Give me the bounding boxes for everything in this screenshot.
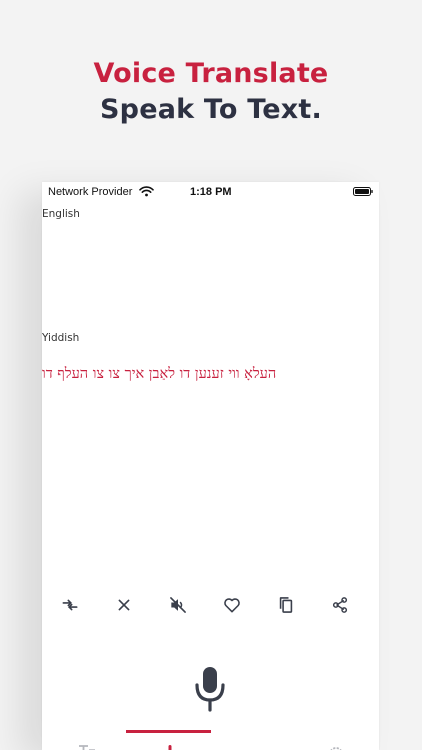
clock: 1:18 PM	[190, 186, 232, 198]
status-bar: Network Provider 1:18 PM	[42, 182, 379, 204]
clear-icon[interactable]	[112, 593, 136, 617]
tab-voice[interactable]	[158, 742, 182, 750]
target-language-label[interactable]: Yiddish	[42, 332, 79, 344]
microphone-icon	[190, 664, 230, 719]
voice-tab-icon	[158, 742, 182, 750]
tab-text[interactable]	[76, 742, 100, 750]
phone-screen: Network Provider 1:18 PM English Yiddish…	[42, 182, 379, 750]
swap-icon[interactable]	[58, 593, 82, 617]
microphone-button[interactable]	[190, 666, 230, 716]
promo-subheadline: Speak To Text.	[100, 94, 322, 125]
source-language-label[interactable]: English	[42, 208, 80, 220]
translated-text: העלאָ ווי זענען דו לאַבן איך צו צו העלף …	[42, 366, 277, 382]
text-tab-icon	[76, 742, 100, 750]
favorite-icon[interactable]	[220, 593, 244, 617]
source-text-area[interactable]	[42, 224, 379, 324]
carrier-name: Network Provider	[48, 186, 133, 198]
tab-settings[interactable]	[324, 742, 348, 750]
tab-more[interactable]	[242, 742, 266, 750]
tab-bar	[42, 730, 379, 750]
battery-icon	[353, 187, 373, 196]
active-tab-indicator	[126, 730, 211, 733]
share-icon[interactable]	[328, 593, 352, 617]
settings-tab-icon	[324, 742, 348, 750]
mute-icon[interactable]	[166, 593, 190, 617]
more-tab-icon	[242, 742, 266, 750]
action-toolbar	[42, 591, 379, 619]
copy-icon[interactable]	[274, 593, 298, 617]
wifi-icon	[139, 186, 154, 197]
promo-headline: Voice Translate	[93, 58, 329, 89]
